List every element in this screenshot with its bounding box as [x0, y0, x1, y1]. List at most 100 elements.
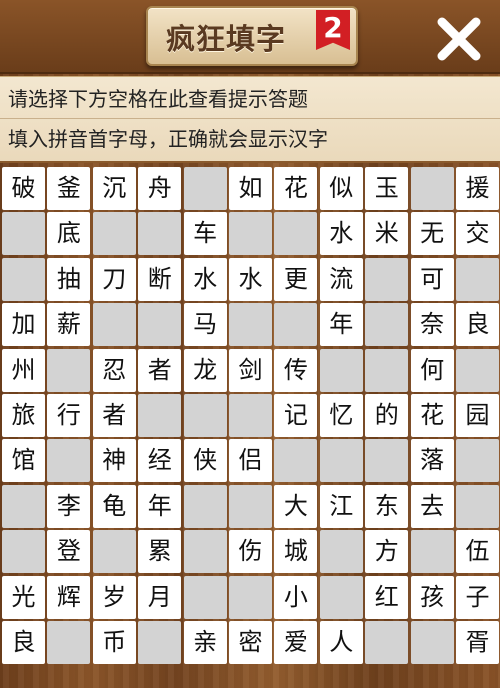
grid-cell-empty[interactable] [274, 439, 318, 483]
grid-cell[interactable]: 光 [2, 575, 45, 619]
grid-cell[interactable]: 忍 [92, 348, 136, 392]
grid-cell-empty[interactable] [2, 257, 45, 301]
grid-cell[interactable]: 更 [274, 257, 318, 301]
grid-cell[interactable]: 者 [138, 348, 182, 392]
grid-cell[interactable]: 州 [2, 348, 45, 392]
grid-cell-empty[interactable] [274, 303, 318, 347]
grid-cell-empty[interactable] [410, 530, 454, 574]
grid-cell[interactable]: 底 [47, 212, 91, 256]
grid-cell[interactable]: 刀 [92, 257, 136, 301]
grid-cell[interactable]: 马 [183, 303, 227, 347]
grid-cell[interactable]: 奈 [410, 303, 454, 347]
grid-cell-empty[interactable] [183, 484, 227, 528]
grid-cell-empty[interactable] [183, 167, 227, 210]
grid-cell[interactable]: 传 [274, 348, 318, 392]
grid-cell[interactable]: 者 [92, 394, 136, 437]
grid-cell[interactable]: 龙 [183, 348, 227, 392]
grid-cell[interactable]: 破 [2, 167, 45, 210]
grid-cell[interactable]: 方 [365, 530, 409, 574]
grid-cell-empty[interactable] [365, 257, 409, 301]
grid-cell-empty[interactable] [2, 484, 45, 528]
grid-cell[interactable]: 大 [274, 484, 318, 528]
grid-cell[interactable]: 伍 [456, 530, 499, 574]
grid-cell-empty[interactable] [138, 303, 182, 347]
grid-cell-empty[interactable] [319, 348, 363, 392]
grid-cell[interactable]: 可 [410, 257, 454, 301]
grid-cell[interactable]: 的 [365, 394, 409, 437]
grid-cell[interactable]: 江 [319, 484, 363, 528]
grid-cell[interactable]: 爱 [274, 621, 318, 664]
grid-cell[interactable]: 剑 [229, 348, 272, 392]
grid-cell-empty[interactable] [319, 439, 363, 483]
grid-cell[interactable]: 加 [2, 303, 45, 347]
grid-cell-empty[interactable] [319, 575, 363, 619]
grid-cell[interactable]: 登 [47, 530, 91, 574]
grid-cell[interactable]: 东 [365, 484, 409, 528]
grid-cell-empty[interactable] [319, 530, 363, 574]
grid-cell-empty[interactable] [456, 484, 499, 528]
grid-cell[interactable]: 记 [274, 394, 318, 437]
grid-cell[interactable]: 龟 [92, 484, 136, 528]
grid-cell-empty[interactable] [183, 394, 227, 437]
grid-cell[interactable]: 馆 [2, 439, 45, 483]
grid-cell-empty[interactable] [229, 212, 272, 256]
grid-cell[interactable]: 花 [410, 394, 454, 437]
grid-cell-empty[interactable] [456, 348, 499, 392]
grid-cell-empty[interactable] [92, 303, 136, 347]
grid-cell[interactable]: 红 [365, 575, 409, 619]
grid-cell[interactable]: 如 [229, 167, 272, 210]
grid-cell-empty[interactable] [229, 394, 272, 437]
grid-cell[interactable]: 神 [92, 439, 136, 483]
grid-cell[interactable]: 良 [2, 621, 45, 664]
grid-cell-empty[interactable] [92, 530, 136, 574]
grid-cell-empty[interactable] [365, 439, 409, 483]
grid-cell[interactable]: 年 [319, 303, 363, 347]
grid-cell[interactable]: 釜 [47, 167, 91, 210]
grid-cell[interactable]: 月 [138, 575, 182, 619]
grid-cell-empty[interactable] [365, 303, 409, 347]
grid-cell-empty[interactable] [47, 439, 91, 483]
grid-cell[interactable]: 币 [92, 621, 136, 664]
grid-cell-empty[interactable] [183, 530, 227, 574]
grid-cell[interactable]: 抽 [47, 257, 91, 301]
grid-cell[interactable]: 水 [229, 257, 272, 301]
grid-cell[interactable]: 水 [183, 257, 227, 301]
grid-cell-empty[interactable] [2, 530, 45, 574]
grid-cell-empty[interactable] [410, 621, 454, 664]
grid-cell[interactable]: 年 [138, 484, 182, 528]
grid-cell-empty[interactable] [47, 348, 91, 392]
grid-cell-empty[interactable] [229, 484, 272, 528]
grid-cell-empty[interactable] [92, 212, 136, 256]
grid-cell[interactable]: 孩 [410, 575, 454, 619]
grid-cell[interactable]: 去 [410, 484, 454, 528]
grid-cell[interactable]: 侣 [229, 439, 272, 483]
grid-cell[interactable]: 米 [365, 212, 409, 256]
grid-cell[interactable]: 侠 [183, 439, 227, 483]
grid-cell[interactable]: 断 [138, 257, 182, 301]
grid-cell[interactable]: 城 [274, 530, 318, 574]
grid-cell[interactable]: 玉 [365, 167, 409, 210]
grid-cell-empty[interactable] [138, 394, 182, 437]
grid-cell-empty[interactable] [47, 621, 91, 664]
grid-cell[interactable]: 水 [319, 212, 363, 256]
grid-cell[interactable]: 车 [183, 212, 227, 256]
grid-cell[interactable]: 行 [47, 394, 91, 437]
grid-cell[interactable]: 辉 [47, 575, 91, 619]
grid-cell[interactable]: 舟 [138, 167, 182, 210]
grid-cell[interactable]: 援 [456, 167, 499, 210]
grid-cell[interactable]: 亲 [183, 621, 227, 664]
grid-cell-empty[interactable] [229, 303, 272, 347]
grid-cell-empty[interactable] [138, 212, 182, 256]
grid-cell-empty[interactable] [183, 575, 227, 619]
grid-cell-empty[interactable] [365, 348, 409, 392]
grid-cell[interactable]: 李 [47, 484, 91, 528]
grid-cell[interactable]: 子 [456, 575, 499, 619]
grid-cell[interactable]: 何 [410, 348, 454, 392]
grid-cell[interactable]: 无 [410, 212, 454, 256]
grid-cell[interactable]: 忆 [319, 394, 363, 437]
grid-cell-empty[interactable] [229, 575, 272, 619]
grid-cell-empty[interactable] [365, 621, 409, 664]
grid-cell[interactable]: 经 [138, 439, 182, 483]
grid-cell-empty[interactable] [138, 621, 182, 664]
grid-cell[interactable]: 花 [274, 167, 318, 210]
